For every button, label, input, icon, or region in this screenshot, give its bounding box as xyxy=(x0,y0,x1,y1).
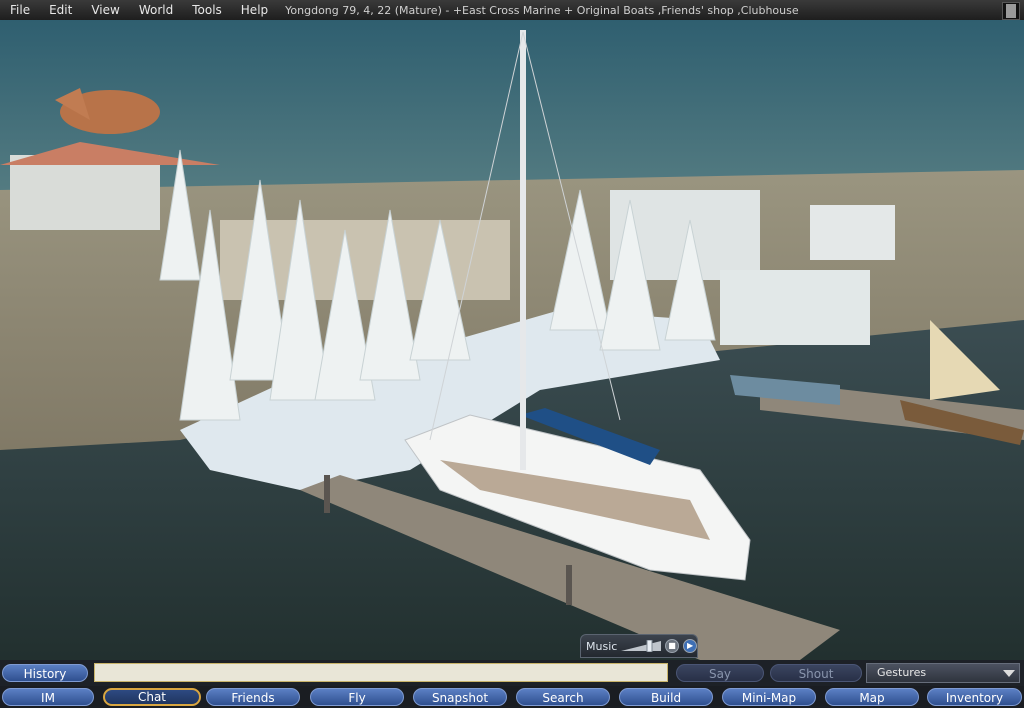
menu-help[interactable]: Help xyxy=(231,0,277,20)
mini-map-button[interactable]: Mini-Map xyxy=(722,688,816,706)
menu-tools[interactable]: Tools xyxy=(182,0,231,20)
history-button[interactable]: History xyxy=(2,664,88,682)
menu-bar: File Edit View World Tools Help Yongdong… xyxy=(0,0,1024,20)
location-info: Yongdong 79, 4, 22 (Mature) - +East Cros… xyxy=(285,3,799,17)
fly-button[interactable]: Fly xyxy=(310,688,404,706)
gestures-label: Gestures xyxy=(877,666,927,679)
menu-view[interactable]: View xyxy=(81,0,128,20)
im-button[interactable]: IM xyxy=(2,688,94,706)
chat-input[interactable] xyxy=(94,663,668,682)
music-play-button[interactable]: ▶ xyxy=(683,639,697,653)
music-stop-button[interactable]: ■ xyxy=(665,639,680,653)
network-status-icon[interactable] xyxy=(1002,2,1020,20)
gestures-dropdown[interactable]: Gestures xyxy=(866,663,1020,683)
menu-file[interactable]: File xyxy=(0,0,39,20)
map-button[interactable]: Map xyxy=(825,688,919,706)
snapshot-button[interactable]: Snapshot xyxy=(413,688,507,706)
music-label: Music xyxy=(586,639,618,653)
chevron-down-icon xyxy=(1003,670,1015,677)
inventory-button[interactable]: Inventory xyxy=(927,688,1022,706)
menu-edit[interactable]: Edit xyxy=(39,0,81,20)
search-button[interactable]: Search xyxy=(516,688,610,706)
music-volume-slider[interactable] xyxy=(621,640,662,652)
shout-button[interactable]: Shout xyxy=(770,664,862,682)
music-control: Music ■ ▶ xyxy=(580,634,698,658)
build-button[interactable]: Build xyxy=(619,688,713,706)
friends-button[interactable]: Friends xyxy=(206,688,300,706)
say-button[interactable]: Say xyxy=(676,664,764,682)
scene-render xyxy=(0,20,1024,660)
play-icon: ▶ xyxy=(686,641,694,650)
menu-world[interactable]: World xyxy=(129,0,182,20)
stop-icon: ■ xyxy=(668,641,676,650)
chat-button[interactable]: Chat xyxy=(103,688,201,706)
world-viewport[interactable] xyxy=(0,20,1024,660)
